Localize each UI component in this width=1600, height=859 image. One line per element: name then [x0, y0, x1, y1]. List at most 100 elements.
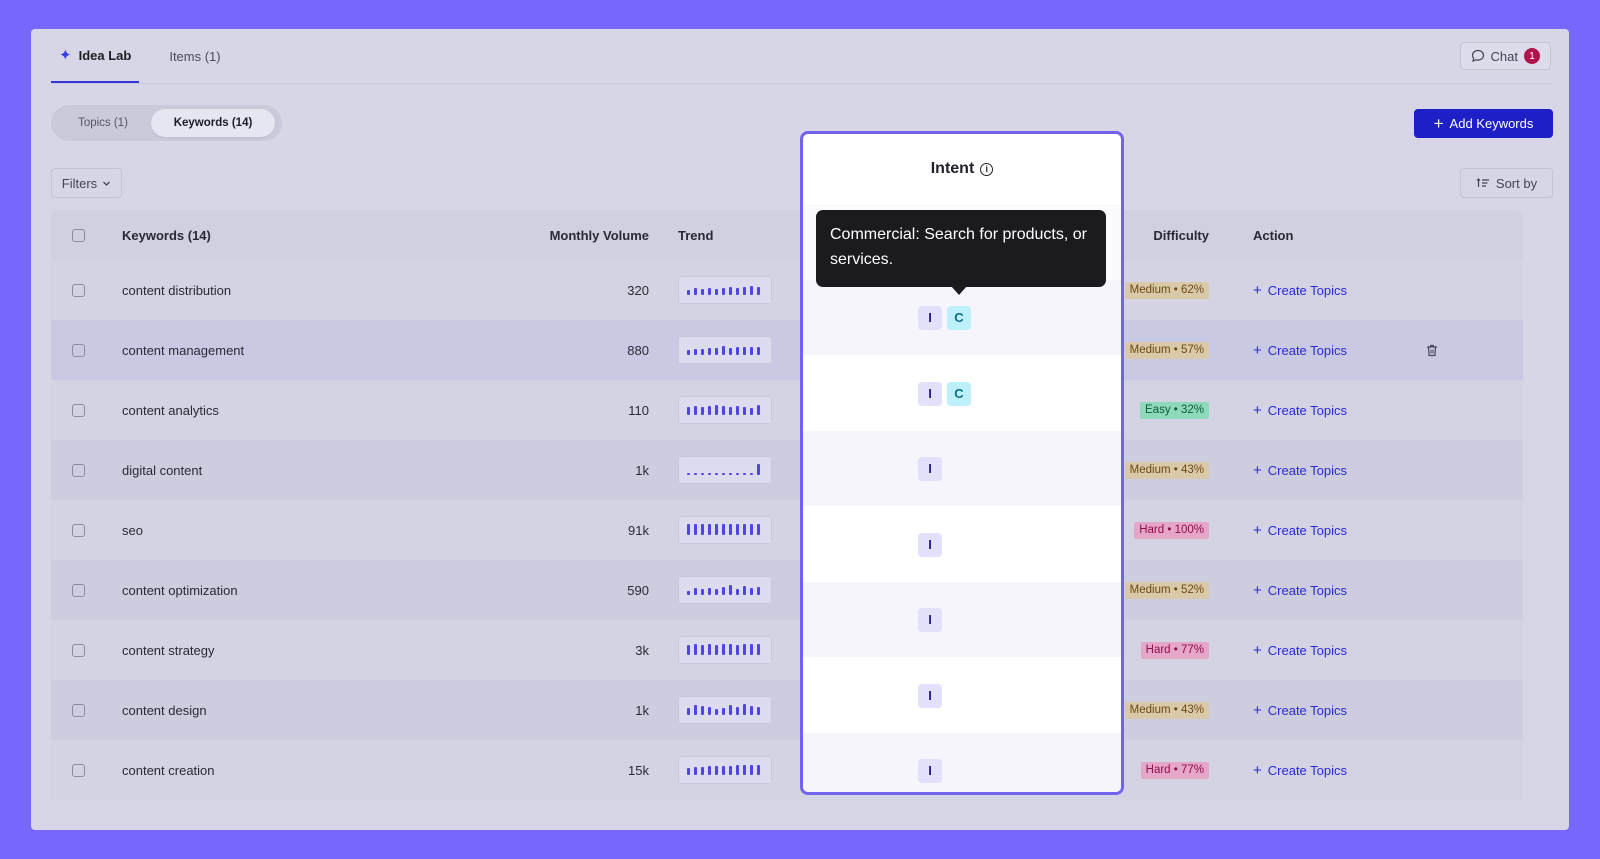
- trend-cell: [678, 620, 772, 680]
- row-checkbox[interactable]: [72, 463, 85, 477]
- trend-bar: [715, 405, 718, 415]
- table-row[interactable]: content optimization 590 Medium • 52% + Crea…: [51, 560, 1523, 620]
- plus-icon: +: [1253, 521, 1262, 539]
- segment-topics[interactable]: Topics (1): [55, 109, 151, 137]
- intent-chip-commercial[interactable]: C: [947, 305, 971, 330]
- trend-bar: [708, 348, 711, 355]
- monthly-volume-cell: 320: [627, 282, 649, 298]
- trend-cell: [678, 320, 772, 380]
- trend-bar: [750, 408, 753, 415]
- filters-button[interactable]: Filters: [51, 168, 122, 198]
- trend-bar: [750, 524, 753, 535]
- intent-chip-informational[interactable]: I: [918, 532, 942, 557]
- trend-bar: [701, 706, 704, 715]
- trend-bar: [715, 524, 718, 535]
- create-topics-button[interactable]: + Create Topics: [1253, 703, 1347, 718]
- create-topics-button[interactable]: + Create Topics: [1253, 343, 1347, 358]
- trend-bar: [708, 473, 711, 475]
- table-header: Keywords (14) Monthly Volume Trend Diffi…: [51, 210, 1523, 260]
- trend-bar: [743, 586, 746, 595]
- trend-bar: [708, 406, 711, 415]
- row-checkbox[interactable]: [72, 703, 85, 717]
- row-checkbox[interactable]: [72, 343, 85, 357]
- trend-sparkline: [678, 276, 772, 304]
- create-topics-button[interactable]: + Create Topics: [1253, 763, 1347, 778]
- intent-row: I: [803, 507, 1121, 582]
- trend-bar: [687, 591, 690, 595]
- table-row[interactable]: seo 91k Hard • 100% + Create Topics: [51, 500, 1523, 560]
- trash-icon[interactable]: [1426, 344, 1438, 357]
- row-checkbox[interactable]: [72, 643, 85, 657]
- trend-bar: [729, 766, 732, 775]
- trend-bar: [687, 290, 690, 295]
- action-cell: + Create Topics: [1253, 320, 1347, 380]
- plus-icon: +: [1433, 114, 1444, 133]
- row-checkbox[interactable]: [72, 523, 85, 537]
- trend-bar: [708, 588, 711, 595]
- trend-sparkline: [678, 576, 772, 604]
- intent-chip-informational[interactable]: I: [918, 683, 942, 708]
- row-checkbox[interactable]: [72, 283, 85, 297]
- difficulty-badge: Hard • 77%: [1140, 761, 1209, 779]
- trend-bar: [736, 347, 739, 355]
- trend-bar: [729, 524, 732, 535]
- trend-bar: [722, 524, 725, 535]
- create-topics-button[interactable]: + Create Topics: [1253, 403, 1347, 418]
- intent-chip-informational[interactable]: I: [918, 758, 942, 783]
- intent-chip-commercial[interactable]: C: [947, 381, 971, 406]
- intent-chip-informational[interactable]: I: [918, 305, 942, 330]
- keyword-cell: content design: [122, 702, 207, 718]
- trend-cell: [678, 740, 772, 800]
- info-icon[interactable]: i: [980, 162, 994, 176]
- trend-bar: [722, 406, 725, 415]
- tab-idea-lab[interactable]: ✦ Idea Lab: [51, 29, 140, 83]
- trend-bar: [750, 286, 753, 295]
- table-row[interactable]: digital content 1k Medium • 43% + Create Top…: [51, 440, 1523, 500]
- header-difficulty[interactable]: Difficulty: [1121, 210, 1209, 260]
- row-checkbox[interactable]: [72, 763, 85, 777]
- table-row[interactable]: content analytics 110 Easy • 32% + Create To…: [51, 380, 1523, 440]
- intent-row: I: [803, 658, 1121, 733]
- table-row[interactable]: content management 880 Medium • 57% + Create…: [51, 320, 1523, 380]
- trend-cell: [678, 440, 772, 500]
- trend-bar: [750, 644, 753, 655]
- table-row[interactable]: content creation 15k Hard • 77% + Create Top…: [51, 740, 1523, 800]
- tab-items[interactable]: Items (1): [161, 29, 228, 83]
- trend-bar: [694, 524, 697, 535]
- trend-sparkline: [678, 396, 772, 424]
- create-topics-button[interactable]: + Create Topics: [1253, 283, 1347, 298]
- trend-bar: [722, 644, 725, 655]
- create-topics-button[interactable]: + Create Topics: [1253, 523, 1347, 538]
- select-all-checkbox[interactable]: [72, 228, 85, 242]
- trend-bar: [694, 349, 697, 355]
- trend-bar: [694, 767, 697, 775]
- sort-by-button[interactable]: Sort by: [1460, 168, 1553, 198]
- plus-icon: +: [1253, 761, 1262, 779]
- header-monthly-volume[interactable]: Monthly Volume: [531, 210, 649, 260]
- trend-bar: [757, 707, 760, 715]
- intent-chip-informational[interactable]: I: [918, 456, 942, 481]
- segment-keywords[interactable]: Keywords (14): [151, 109, 275, 137]
- trend-bar: [701, 524, 704, 535]
- trend-sparkline: [678, 516, 772, 544]
- intent-header: Intent i: [803, 134, 1121, 204]
- table-row[interactable]: content design 1k Medium • 43% + Create Topi…: [51, 680, 1523, 740]
- chat-button[interactable]: Chat 1: [1459, 42, 1551, 70]
- header-keywords[interactable]: Keywords (14): [122, 210, 211, 260]
- row-checkbox[interactable]: [72, 403, 85, 417]
- create-topics-button[interactable]: + Create Topics: [1253, 643, 1347, 658]
- keyword-cell: content strategy: [122, 642, 215, 658]
- difficulty-cell: Medium • 43%: [1121, 440, 1209, 500]
- table-row[interactable]: content distribution 320 Medium • 62% + Crea…: [51, 260, 1523, 320]
- row-checkbox[interactable]: [72, 583, 85, 597]
- intent-chip-informational[interactable]: I: [918, 607, 942, 632]
- intent-chip-informational[interactable]: I: [918, 381, 942, 406]
- difficulty-badge: Medium • 52%: [1124, 581, 1209, 599]
- table-row[interactable]: content strategy 3k Hard • 77% + Create Topi…: [51, 620, 1523, 680]
- add-keywords-button[interactable]: + Add Keywords: [1414, 109, 1553, 138]
- trend-bar: [743, 287, 746, 295]
- trend-cell: [678, 560, 772, 620]
- create-topics-button[interactable]: + Create Topics: [1253, 583, 1347, 598]
- difficulty-cell: Hard • 77%: [1121, 740, 1209, 800]
- create-topics-button[interactable]: + Create Topics: [1253, 463, 1347, 478]
